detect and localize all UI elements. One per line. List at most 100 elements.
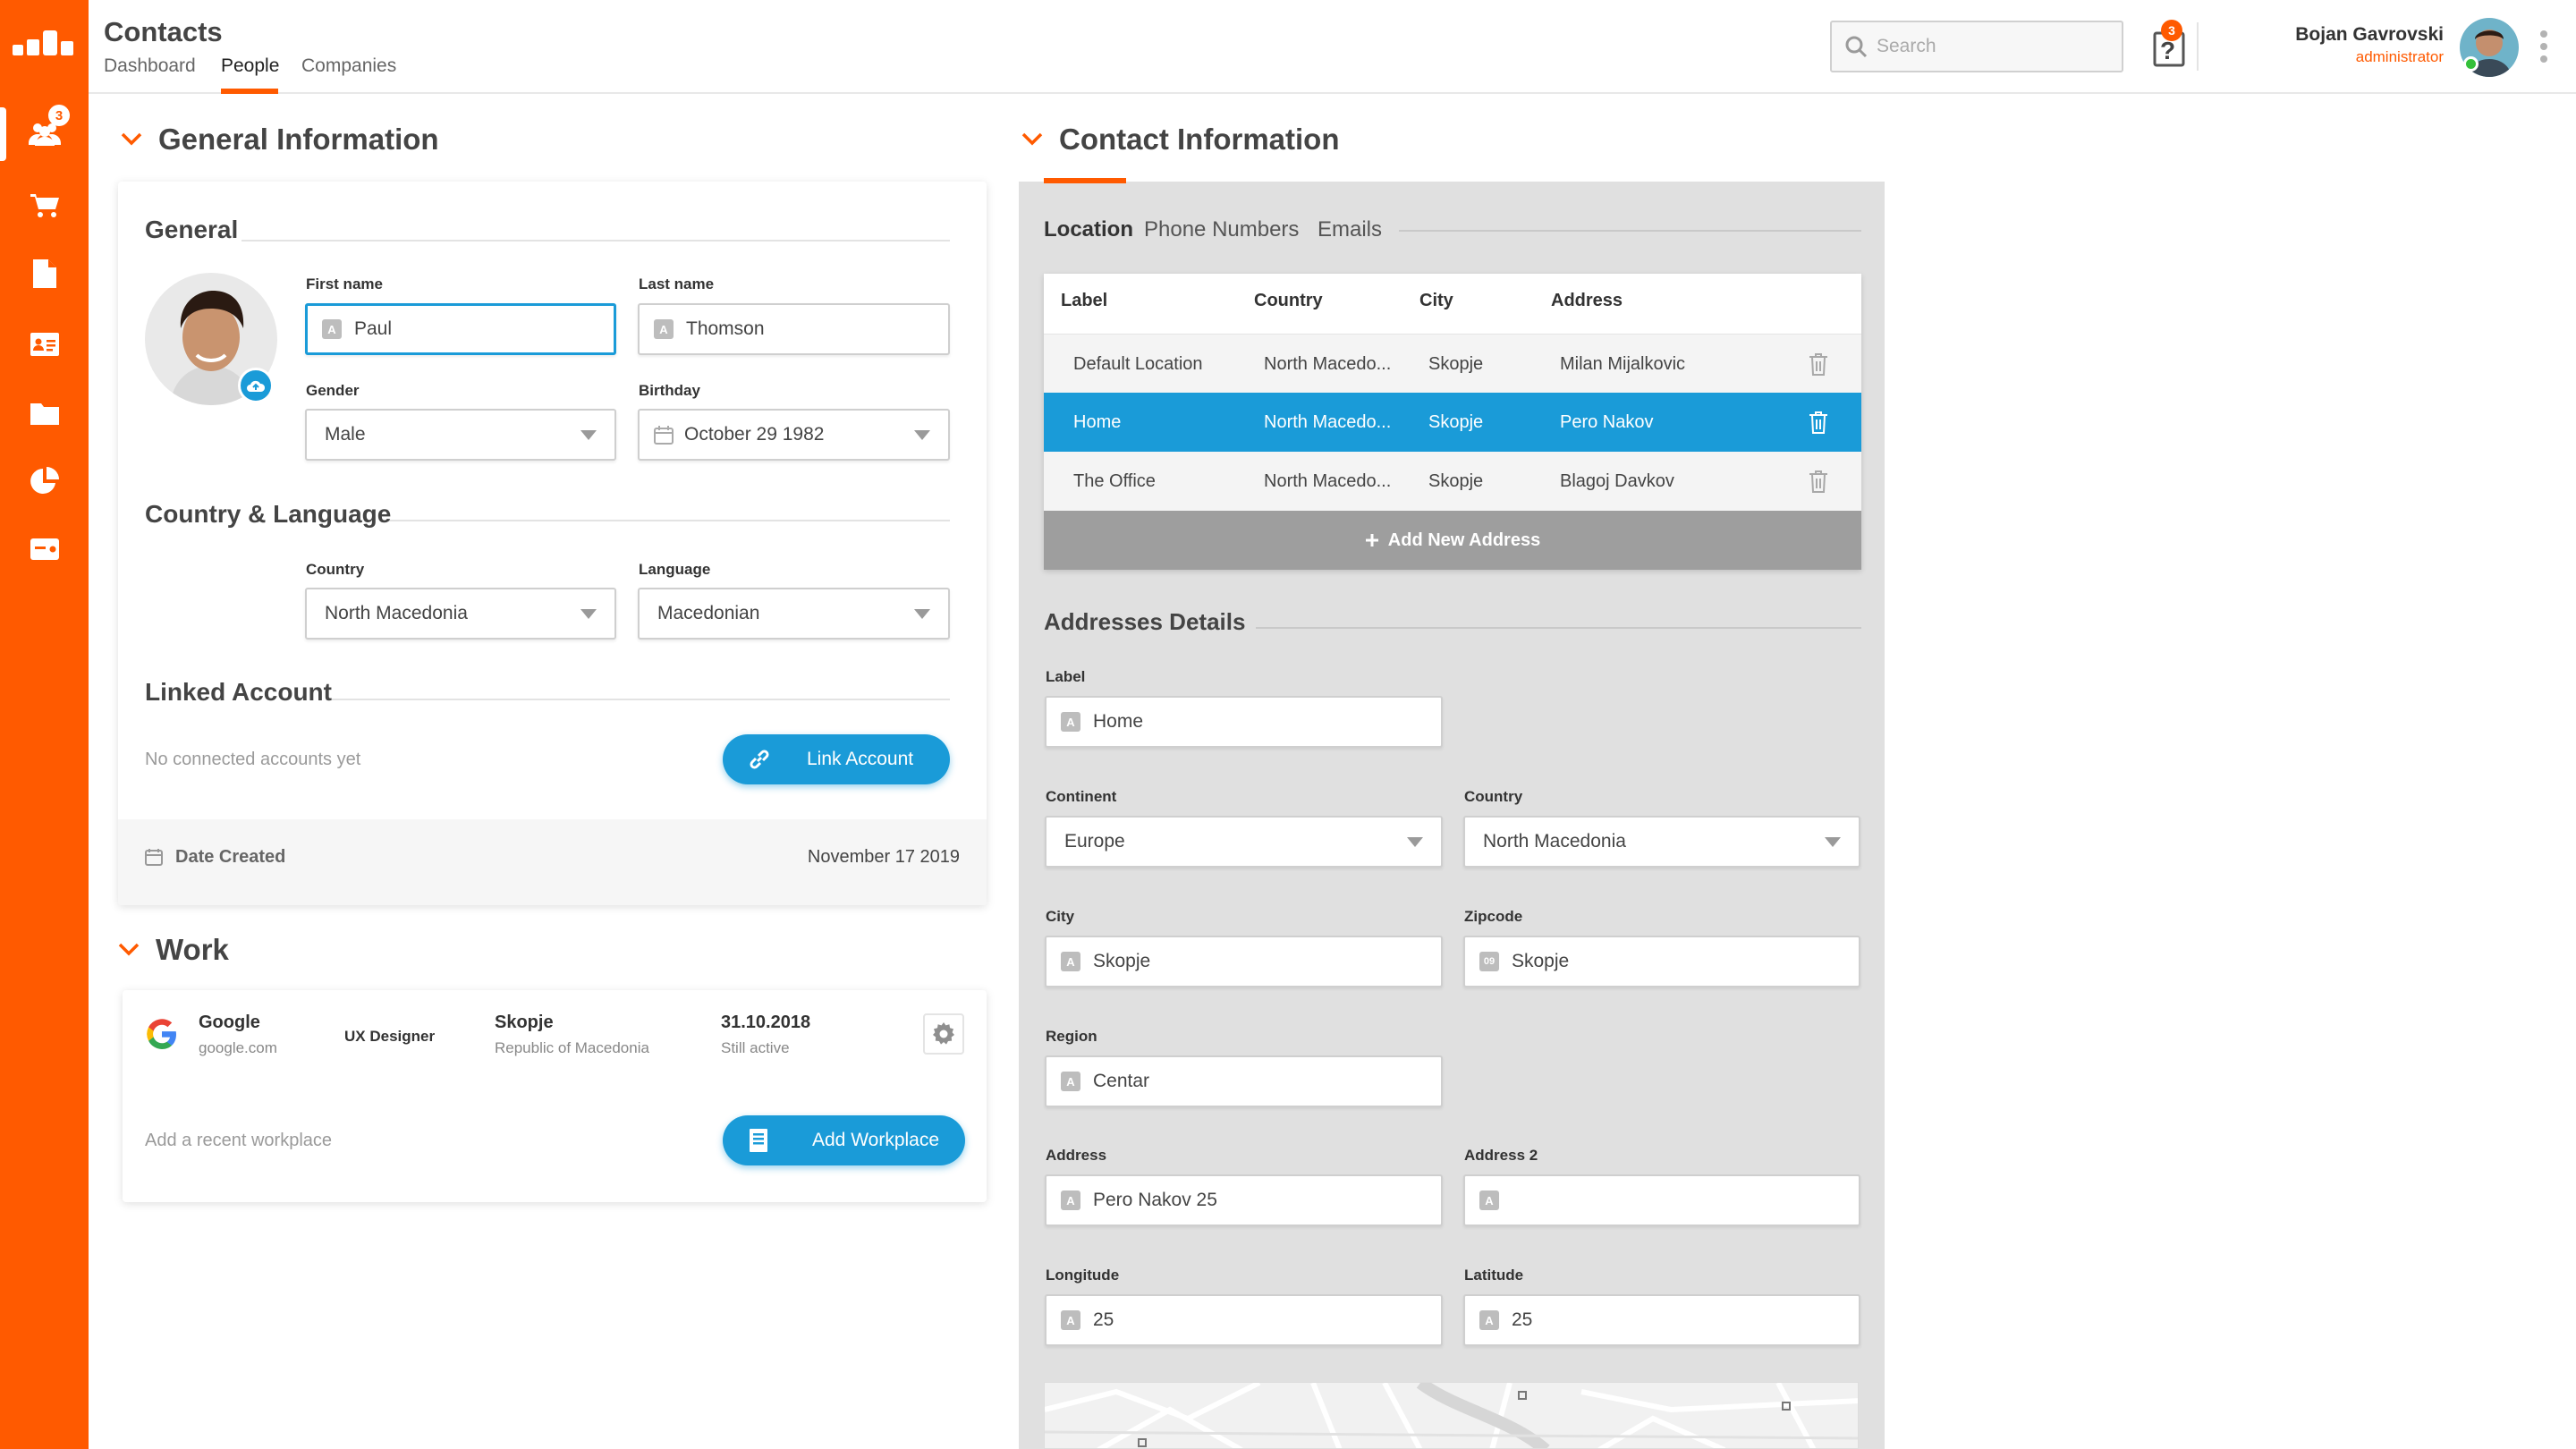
trash-icon[interactable] (1809, 411, 1828, 434)
row-label: Default Location (1073, 354, 1203, 374)
sidebar-item-contacts[interactable]: 3 (0, 105, 89, 161)
sidebar-item-contact-cards[interactable] (0, 318, 89, 371)
tab-companies[interactable]: Companies (301, 55, 396, 77)
add-new-address-button[interactable]: Add New Address (1044, 511, 1861, 570)
chevron-down-icon (118, 943, 140, 957)
gender-value: Male (325, 424, 366, 445)
row-address: Pero Nakov (1560, 412, 1654, 432)
sidebar-item-documents[interactable] (0, 247, 89, 301)
col-header-city: City (1419, 291, 1453, 310)
text-prefix-icon: A (322, 319, 342, 339)
sidebar-item-orders[interactable] (0, 179, 89, 233)
last-name-value: Thomson (686, 318, 765, 339)
search-box (1830, 21, 2123, 72)
location-map[interactable] (1044, 1382, 1859, 1449)
text-prefix-icon: A (1061, 952, 1080, 971)
add-new-address-label: Add New Address (1387, 530, 1541, 550)
contact-information-toggle[interactable]: Contact Information (1021, 123, 1339, 157)
address2-label: Address 2 (1464, 1147, 1538, 1164)
work-settings-button[interactable] (923, 1013, 964, 1055)
user-role: administrator (2355, 48, 2444, 65)
longitude-value: 25 (1093, 1309, 1114, 1330)
address2-field[interactable]: A (1463, 1174, 1860, 1226)
table-row[interactable]: Default Location North Macedo... Skopje … (1044, 334, 1861, 393)
building-icon (750, 1129, 767, 1152)
row-country: North Macedo... (1264, 471, 1392, 491)
longitude-field[interactable]: A 25 (1045, 1294, 1443, 1346)
region-label: Region (1046, 1028, 1097, 1045)
trash-icon[interactable] (1809, 470, 1828, 493)
birthday-picker[interactable]: October 29 1982 (638, 409, 950, 461)
sidebar: 3 (0, 0, 89, 1449)
address-label-field[interactable]: A Home (1045, 696, 1443, 748)
caret-down-icon (1825, 837, 1841, 847)
tab-phone-numbers[interactable]: Phone Numbers (1144, 217, 1299, 242)
address-table: Label Country City Address Default Locat… (1044, 274, 1861, 570)
region-field[interactable]: A Centar (1045, 1055, 1443, 1107)
table-row-selected[interactable]: Home North Macedo... Skopje Pero Nakov (1044, 393, 1861, 452)
text-prefix-icon: A (1061, 1191, 1080, 1210)
document-icon (32, 259, 56, 288)
latitude-label: Latitude (1464, 1267, 1524, 1284)
text-prefix-icon: A (654, 319, 674, 339)
caret-down-icon (1407, 837, 1423, 847)
gender-select[interactable]: Male (305, 409, 616, 461)
user-name: Bojan Gavrovski (2295, 24, 2444, 45)
link-account-label: Link Account (807, 749, 914, 769)
birthday-label: Birthday (639, 382, 700, 399)
zipcode-field[interactable]: 09 Skopje (1463, 936, 1860, 987)
address-line-field[interactable]: A Pero Nakov 25 (1045, 1174, 1443, 1226)
col-header-country: Country (1254, 291, 1323, 310)
work-company: Google (199, 1013, 260, 1032)
country-select[interactable]: North Macedonia (305, 588, 616, 640)
subsection-country-language: Country & Language (145, 500, 392, 528)
link-account-button[interactable]: Link Account (723, 734, 950, 784)
region-value: Centar (1093, 1071, 1150, 1091)
table-row[interactable]: The Office North Macedo... Skopje Blagoj… (1044, 452, 1861, 511)
caret-down-icon (580, 609, 597, 619)
row-city: Skopje (1428, 354, 1484, 374)
work-date: 31.10.2018 (721, 1013, 811, 1032)
search-input[interactable] (1877, 33, 2109, 60)
caret-down-icon (914, 430, 930, 440)
city-field[interactable]: A Skopje (1045, 936, 1443, 987)
tab-location[interactable]: Location (1044, 217, 1133, 242)
city-label: City (1046, 908, 1075, 925)
row-city: Skopje (1428, 471, 1484, 491)
address-label-label: Label (1046, 668, 1086, 685)
chevron-down-icon (1021, 132, 1043, 147)
subsection-addresses-details: Addresses Details (1044, 608, 1246, 635)
continent-value: Europe (1064, 831, 1125, 852)
birthday-value: October 29 1982 (684, 424, 825, 445)
tab-people[interactable]: People (221, 55, 279, 77)
city-value: Skopje (1093, 951, 1151, 971)
last-name-label: Last name (639, 275, 715, 292)
language-select[interactable]: Macedonian (638, 588, 950, 640)
add-workplace-button[interactable]: Add Workplace (723, 1115, 965, 1165)
more-options-icon[interactable] (2538, 30, 2549, 66)
country-label: Country (306, 561, 365, 578)
work-toggle[interactable]: Work (118, 933, 229, 967)
upload-photo-button[interactable] (238, 368, 274, 403)
calendar-icon (654, 425, 674, 445)
cloud-upload-icon (246, 378, 266, 393)
section-title-general-information: General Information (158, 123, 439, 156)
detail-country-select[interactable]: North Macedonia (1463, 816, 1860, 868)
general-information-toggle[interactable]: General Information (121, 123, 439, 157)
continent-select[interactable]: Europe (1045, 816, 1443, 868)
first-name-field[interactable]: A Paul (305, 303, 616, 355)
app-logo-icon[interactable] (13, 27, 75, 57)
last-name-field[interactable]: A Thomson (638, 303, 950, 355)
top-header: Contacts Dashboard People Companies (89, 0, 2576, 94)
sidebar-item-tickets[interactable] (0, 522, 89, 576)
row-label: Home (1073, 412, 1122, 432)
sidebar-item-files[interactable] (0, 386, 89, 440)
row-address: Blagoj Davkov (1560, 471, 1674, 491)
latitude-field[interactable]: A 25 (1463, 1294, 1860, 1346)
sidebar-item-reports[interactable] (0, 454, 89, 508)
tab-dashboard[interactable]: Dashboard (104, 55, 196, 77)
trash-icon[interactable] (1809, 352, 1828, 376)
section-title-work: Work (156, 933, 229, 966)
language-label: Language (639, 561, 711, 578)
tab-emails[interactable]: Emails (1318, 217, 1382, 242)
